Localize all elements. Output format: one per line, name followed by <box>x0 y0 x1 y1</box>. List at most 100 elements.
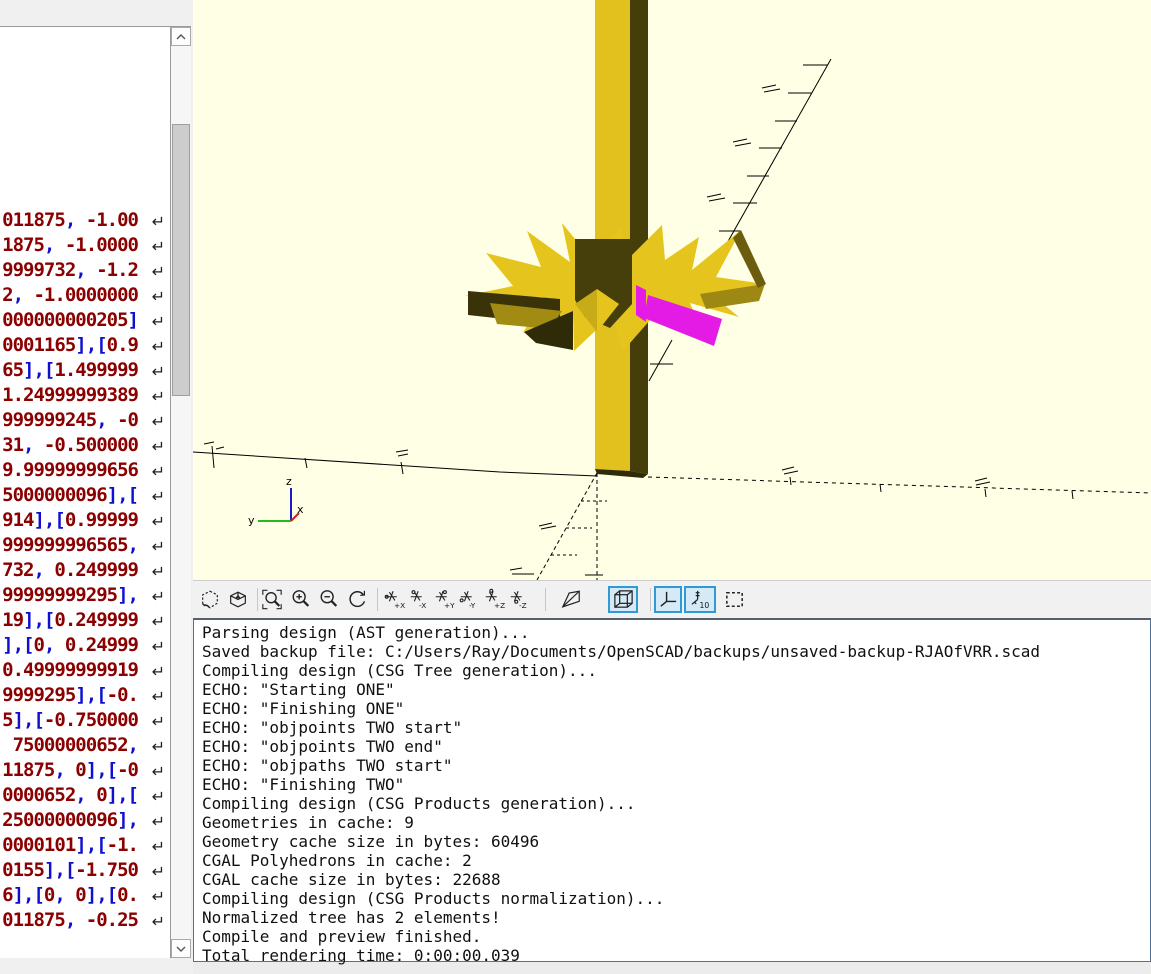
show-scale-markers-icon: 10 <box>689 588 712 611</box>
svg-text:+Z: +Z <box>494 601 505 610</box>
toolbar-separator <box>377 588 378 611</box>
editor-line: 914],[0.99999↵ <box>0 508 170 533</box>
console-line: Normalized tree has 2 elements! <box>202 908 1150 927</box>
perspective-button[interactable] <box>558 586 584 613</box>
console-line: ECHO: "Finishing TWO" <box>202 775 1150 794</box>
editor-line: 0000101],[-1.↵ <box>0 833 170 858</box>
line-wrap-icon: ↵ <box>152 309 165 334</box>
editor-line: 9999732, -1.2↵ <box>0 258 170 283</box>
editor-line: 99999999295],↵ <box>0 583 170 608</box>
x-axis-ruler <box>193 442 1151 499</box>
view-toolbar: +X -X +Y -Y +Z <box>193 580 1151 618</box>
view-back-button[interactable]: +Y <box>431 586 457 613</box>
line-wrap-icon: ↵ <box>152 334 165 359</box>
view-plus-y-icon: +Y <box>433 588 455 611</box>
console-line: ECHO: "objpoints TWO end" <box>202 737 1150 756</box>
zoom-out-button[interactable] <box>316 586 342 613</box>
line-wrap-icon: ↵ <box>152 284 165 309</box>
editor-text-area[interactable]: 011875, -1.00↵1875, -1.0000↵9999732, -1.… <box>0 26 171 958</box>
view-plus-z-icon: +Z <box>483 588 505 611</box>
line-wrap-icon: ↵ <box>152 659 165 684</box>
console-line: Compile and preview finished. <box>202 927 1150 946</box>
orthogonal-button[interactable] <box>608 586 638 613</box>
reset-view-icon <box>227 588 249 611</box>
line-wrap-icon: ↵ <box>152 484 165 509</box>
view-minus-z-icon: -Z <box>508 588 530 611</box>
line-wrap-icon: ↵ <box>152 509 165 534</box>
editor-line: 75000000652,↵ <box>0 733 170 758</box>
editor-line: 011875, -0.25↵ <box>0 908 170 933</box>
svg-text:+Y: +Y <box>444 601 455 610</box>
view-minus-y-icon: -Y <box>458 588 480 611</box>
zoom-to-fit-icon <box>261 588 283 611</box>
line-wrap-icon: ↵ <box>152 559 165 584</box>
3d-viewport[interactable]: z y x <box>193 0 1151 580</box>
line-wrap-icon: ↵ <box>152 609 165 634</box>
axis-indicator-y-label: y <box>248 514 255 527</box>
zoom-to-fit-button[interactable] <box>259 586 285 613</box>
toolbar-separator <box>650 588 651 611</box>
editor-line: 65],[1.499999↵ <box>0 358 170 383</box>
editor-line: 011875, -1.00↵ <box>0 208 170 233</box>
zoom-in-icon <box>290 588 312 611</box>
scrollbar-thumb[interactable] <box>172 124 190 396</box>
console-line: Saved backup file: C:/Users/Ray/Document… <box>202 642 1150 661</box>
svg-text:+X: +X <box>394 601 405 610</box>
editor-line: 31, -0.500000↵ <box>0 433 170 458</box>
view-front-button[interactable]: -Y <box>456 586 482 613</box>
zoom-out-icon <box>318 588 340 611</box>
line-wrap-icon: ↵ <box>152 709 165 734</box>
zoom-in-button[interactable] <box>288 586 314 613</box>
line-wrap-icon: ↵ <box>152 909 165 934</box>
editor-line: 0.49999999919↵ <box>0 658 170 683</box>
view-right-button[interactable]: +X <box>381 586 407 613</box>
console-line: Geometries in cache: 9 <box>202 813 1150 832</box>
line-wrap-icon: ↵ <box>152 434 165 459</box>
console-pane[interactable]: Parsing design (AST generation)...Saved … <box>193 618 1151 962</box>
view-bottom-button[interactable]: -Z <box>506 586 532 613</box>
editor-line: 1.24999999389↵ <box>0 383 170 408</box>
line-wrap-icon: ↵ <box>152 209 165 234</box>
z-axis-ruler <box>585 473 603 580</box>
show-scale-markers-button[interactable]: 10 <box>684 586 716 613</box>
show-edges-button[interactable] <box>720 586 748 613</box>
reset-view-button[interactable] <box>225 586 251 613</box>
editor-line: 9.99999999656↵ <box>0 458 170 483</box>
scrollbar-up-button[interactable] <box>171 27 191 46</box>
view-all-icon <box>199 588 221 611</box>
line-wrap-icon: ↵ <box>152 734 165 759</box>
line-wrap-icon: ↵ <box>152 409 165 434</box>
editor-line: 6],[0, 0],[0.↵ <box>0 883 170 908</box>
editor-line: 0155],[-1.750↵ <box>0 858 170 883</box>
line-wrap-icon: ↵ <box>152 234 165 259</box>
editor-line: 9999295],[-0.↵ <box>0 683 170 708</box>
line-wrap-icon: ↵ <box>152 884 165 909</box>
view-plus-x-icon: +X <box>383 588 405 611</box>
svg-text:10: 10 <box>699 601 709 610</box>
editor-line: 11875, 0],[-0↵ <box>0 758 170 783</box>
editor-scrollbar[interactable] <box>171 26 191 958</box>
editor-line: 19],[0.249999↵ <box>0 608 170 633</box>
scrollbar-down-button[interactable] <box>171 939 191 958</box>
line-wrap-icon: ↵ <box>152 784 165 809</box>
console-line: ECHO: "Finishing ONE" <box>202 699 1150 718</box>
view-left-button[interactable]: -X <box>406 586 432 613</box>
line-wrap-icon: ↵ <box>152 459 165 484</box>
line-wrap-icon: ↵ <box>152 534 165 559</box>
show-edges-icon <box>723 588 746 611</box>
axis-indicator-x-label: x <box>297 503 304 516</box>
editor-line: 000000000205]↵ <box>0 308 170 333</box>
view-all-button[interactable] <box>197 586 223 613</box>
line-wrap-icon: ↵ <box>152 634 165 659</box>
svg-text:-Z: -Z <box>519 601 527 610</box>
editor-line: 25000000096],↵ <box>0 808 170 833</box>
perspective-icon <box>560 588 582 611</box>
show-axes-button[interactable] <box>654 586 682 613</box>
editor-line: 732, 0.249999↵ <box>0 558 170 583</box>
view-top-button[interactable]: +Z <box>481 586 507 613</box>
view-minus-x-icon: -X <box>408 588 430 611</box>
line-wrap-icon: ↵ <box>152 359 165 384</box>
console-line: Compiling design (CSG Products normaliza… <box>202 889 1150 908</box>
rotate-view-button[interactable] <box>345 586 371 613</box>
line-wrap-icon: ↵ <box>152 809 165 834</box>
